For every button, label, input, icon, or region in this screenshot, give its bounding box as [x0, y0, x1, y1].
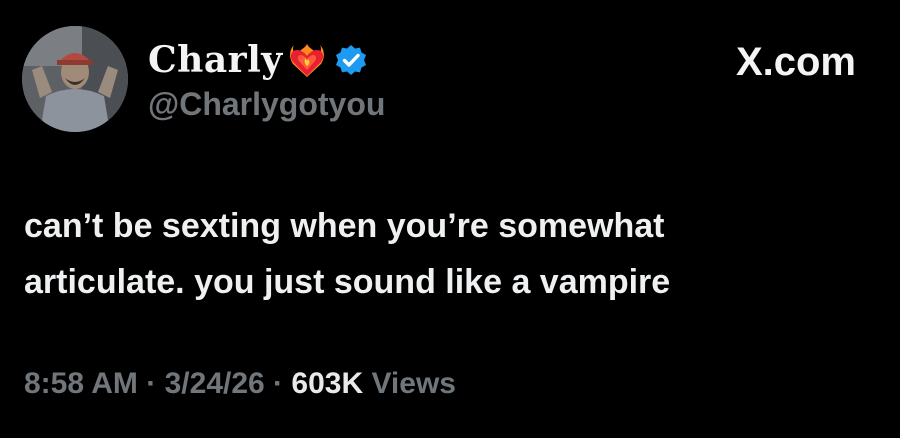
- tweet-meta: 8:58 AM · 3/24/26 · 603K Views: [24, 364, 456, 404]
- tweet-card: Charly @Charlygotyou X.com can’t be sext…: [0, 0, 900, 438]
- tweet-text-line-1: can’t be sexting when you’re somewhat: [24, 207, 665, 245]
- meta-separator: ·: [273, 367, 284, 400]
- verified-badge-icon: [335, 44, 367, 76]
- tweet-text-line-2: articulate. you just sound like a vampir…: [24, 263, 671, 301]
- views-count[interactable]: 603K: [291, 367, 363, 400]
- author-handle[interactable]: @Charlygotyou: [148, 84, 385, 124]
- heart-on-fire-icon: [287, 40, 327, 80]
- tweet-time[interactable]: 8:58 AM: [24, 367, 138, 400]
- author-name-row[interactable]: Charly: [148, 38, 367, 82]
- source-label: X.com: [735, 40, 856, 84]
- avatar-photo: [22, 26, 128, 132]
- tweet-date[interactable]: 3/24/26: [165, 367, 265, 400]
- meta-separator: ·: [146, 367, 157, 400]
- tweet-text: can’t be sexting when you’re somewhat ar…: [24, 198, 874, 310]
- avatar[interactable]: [22, 26, 128, 132]
- display-name[interactable]: Charly: [148, 38, 283, 82]
- views-label: Views: [371, 367, 456, 400]
